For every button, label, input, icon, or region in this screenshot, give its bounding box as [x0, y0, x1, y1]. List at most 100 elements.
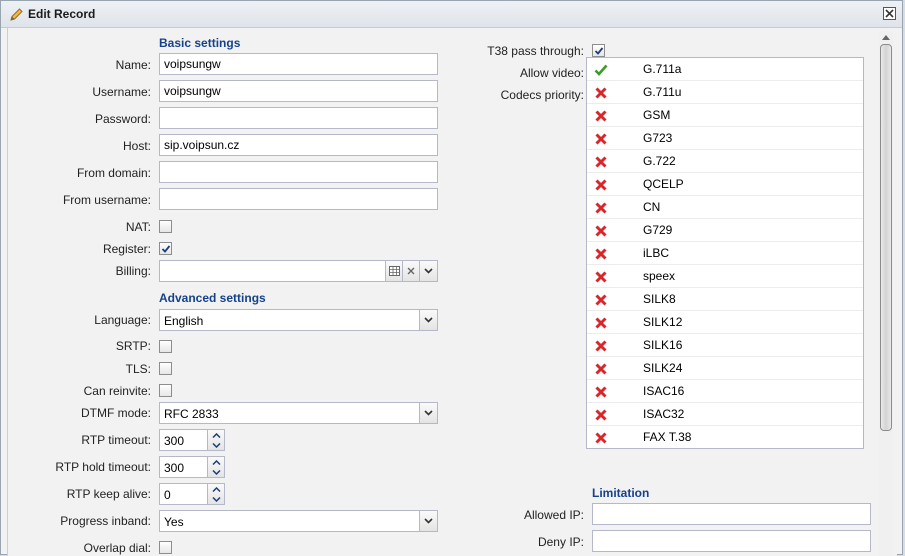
register-checkbox[interactable] [159, 242, 172, 255]
codec-row[interactable]: SILK8 [587, 288, 863, 311]
codec-name: G.711a [643, 62, 682, 76]
name-label: Name: [115, 58, 151, 72]
language-value: English [164, 314, 204, 328]
codec-name: G.711u [643, 85, 682, 99]
language-dropdown-button[interactable] [419, 310, 437, 330]
language-select[interactable]: English [159, 309, 438, 331]
title-bar[interactable]: Edit Record [1, 1, 902, 28]
codec-row[interactable]: iLBC [587, 242, 863, 265]
codec-row[interactable]: speex [587, 265, 863, 288]
codecs-priority-list[interactable]: G.711a G.711u GSM G723 G.722 QCELP CN G729 iLBC s… [586, 57, 864, 449]
deny-ip-input[interactable] [592, 530, 871, 552]
check-icon[interactable] [594, 63, 608, 77]
name-input[interactable] [159, 53, 438, 75]
chevron-down-icon[interactable] [212, 470, 221, 475]
codec-row[interactable]: FAX T.38 [587, 426, 863, 448]
rtp-timeout-spinner[interactable]: 300 [159, 429, 226, 451]
billing-browse-button[interactable] [385, 261, 403, 281]
progress-inband-select[interactable]: Yes [159, 510, 438, 532]
chevron-up-icon[interactable] [212, 460, 221, 465]
rtp-keep-alive-spin-buttons[interactable] [208, 483, 225, 505]
chevron-down-icon[interactable] [212, 443, 221, 448]
chevron-up-icon[interactable] [212, 433, 221, 438]
codec-name: SILK24 [643, 361, 683, 375]
codec-row[interactable]: G723 [587, 127, 863, 150]
close-button[interactable] [883, 7, 896, 20]
register-label: Register: [102, 242, 151, 256]
progress-inband-dropdown-button[interactable] [419, 511, 437, 531]
dtmf-mode-dropdown-button[interactable] [419, 403, 437, 423]
codec-name: G.722 [643, 154, 676, 168]
from-domain-input[interactable] [159, 161, 438, 183]
basic-settings-title: Basic settings [159, 36, 241, 50]
cross-icon[interactable] [594, 431, 608, 445]
srtp-checkbox[interactable] [159, 340, 172, 353]
clear-icon [407, 267, 415, 275]
rtp-timeout-spin-buttons[interactable] [208, 429, 225, 451]
allowed-ip-input[interactable] [592, 503, 871, 525]
codec-row[interactable]: G729 [587, 219, 863, 242]
codec-row[interactable]: ISAC32 [587, 403, 863, 426]
can-reinvite-checkbox[interactable] [159, 384, 172, 397]
codec-row[interactable]: SILK16 [587, 334, 863, 357]
deny-ip-label: Deny IP: [537, 535, 584, 549]
billing-field[interactable] [159, 260, 438, 282]
codec-row[interactable]: SILK24 [587, 357, 863, 380]
cross-icon[interactable] [594, 201, 608, 215]
host-label: Host: [122, 139, 151, 153]
codec-name: G729 [643, 223, 673, 237]
chevron-up-icon[interactable] [212, 487, 221, 492]
rtp-hold-timeout-spinner[interactable]: 300 [159, 456, 226, 478]
password-input[interactable] [159, 107, 438, 129]
cross-icon[interactable] [594, 316, 608, 330]
vertical-scrollbar[interactable] [879, 31, 893, 556]
rtp-hold-timeout-spin-buttons[interactable] [208, 456, 225, 478]
codec-name: SILK12 [643, 315, 683, 329]
codec-name: speex [643, 269, 676, 283]
codec-row[interactable]: CN [587, 196, 863, 219]
codec-row[interactable]: G.722 [587, 150, 863, 173]
cross-icon[interactable] [594, 408, 608, 422]
dtmf-mode-select[interactable]: RFC 2833 [159, 402, 438, 424]
cross-icon[interactable] [594, 362, 608, 376]
host-input[interactable] [159, 134, 438, 156]
t38-pass-through-checkbox[interactable] [592, 44, 605, 57]
tls-label: TLS: [125, 362, 151, 376]
username-input[interactable] [159, 80, 438, 102]
cross-icon[interactable] [594, 86, 608, 100]
codec-row[interactable]: QCELP [587, 173, 863, 196]
cross-icon[interactable] [594, 224, 608, 238]
rtp-timeout-input[interactable]: 300 [159, 429, 208, 451]
checkmark-icon [161, 245, 171, 253]
rtp-keep-alive-input[interactable]: 0 [159, 483, 208, 505]
cross-icon[interactable] [594, 293, 608, 307]
cross-icon[interactable] [594, 247, 608, 261]
cross-icon[interactable] [594, 339, 608, 353]
rtp-hold-timeout-input[interactable]: 300 [159, 456, 208, 478]
tls-checkbox[interactable] [159, 362, 172, 375]
chevron-down-icon[interactable] [212, 497, 221, 502]
overlap-dial-checkbox[interactable] [159, 541, 172, 554]
rtp-keep-alive-spinner[interactable]: 0 [159, 483, 226, 505]
cross-icon[interactable] [594, 385, 608, 399]
codec-row[interactable]: SILK12 [587, 311, 863, 334]
billing-dropdown-button[interactable] [419, 261, 437, 281]
codec-row[interactable]: GSM [587, 104, 863, 127]
scrollbar-thumb[interactable] [880, 44, 892, 431]
codec-row[interactable]: ISAC16 [587, 380, 863, 403]
t38-pass-through-label: T38 pass through: [487, 44, 584, 58]
nat-checkbox[interactable] [159, 220, 172, 233]
cross-icon[interactable] [594, 270, 608, 284]
cross-icon[interactable] [594, 155, 608, 169]
scroll-up-arrow-icon[interactable] [882, 35, 890, 40]
from-username-input[interactable] [159, 188, 438, 210]
billing-clear-button[interactable] [402, 261, 420, 281]
table-icon [389, 266, 400, 276]
cross-icon[interactable] [594, 178, 608, 192]
cross-icon[interactable] [594, 109, 608, 123]
cross-icon[interactable] [594, 132, 608, 146]
codec-row[interactable]: G.711a [587, 58, 863, 81]
chevron-down-icon [424, 268, 433, 274]
codec-name: QCELP [643, 177, 684, 191]
codec-row[interactable]: G.711u [587, 81, 863, 104]
